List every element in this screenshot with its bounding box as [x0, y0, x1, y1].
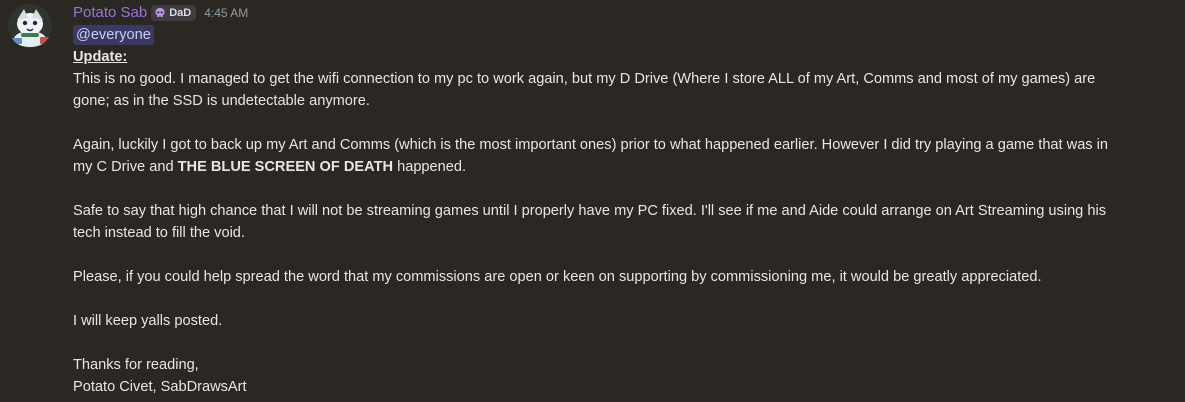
message-header: Potato Sab DaD 4:45 AM — [73, 3, 248, 23]
update-heading: Update: — [73, 49, 128, 65]
chat-message: Potato Sab DaD 4:45 AM @everyone Update:… — [0, 0, 1185, 402]
user-avatar[interactable] — [8, 4, 52, 48]
bold-blue-screen-text: THE BLUE SCREEN OF DEATH — [177, 159, 394, 175]
paragraph-1-line-1: This is no good. I managed to get the wi… — [73, 71, 1096, 87]
paragraph-2-line-1: Again, luckily I got to back up my Art a… — [73, 137, 1109, 153]
timestamp[interactable]: 4:45 AM — [204, 3, 248, 23]
update-heading-line: Update: — [73, 46, 127, 68]
paragraph-2-line-2: my C Drive and THE BLUE SCREEN OF DEATH … — [73, 156, 466, 178]
paragraph-2-text-b: happened. — [393, 159, 467, 175]
signoff-line-1: Thanks for reading, — [73, 357, 199, 373]
paragraph-1-line-2: gone; as in the SSD is undetectable anym… — [73, 93, 370, 109]
paragraph-4-line-1: Please, if you could help spread the wor… — [73, 269, 1042, 285]
everyone-mention[interactable]: @everyone — [73, 25, 154, 45]
server-tag-label: DaD — [169, 7, 192, 19]
paragraph-2-text-a: my C Drive and — [73, 159, 178, 175]
server-tag[interactable]: DaD — [151, 5, 197, 21]
username[interactable]: Potato Sab — [73, 3, 147, 23]
paragraph-5-line-1: I will keep yalls posted. — [73, 313, 223, 329]
skull-icon — [155, 8, 165, 17]
signoff-line-2: Potato Civet, SabDrawsArt — [73, 379, 247, 395]
snowman-avatar-icon — [8, 4, 52, 48]
paragraph-3-line-1: Safe to say that high chance that I will… — [73, 203, 1107, 219]
paragraph-3-line-2: tech instead to fill the void. — [73, 225, 245, 241]
